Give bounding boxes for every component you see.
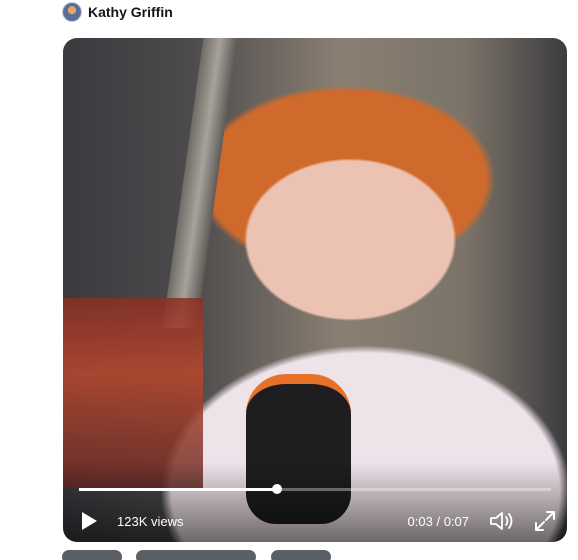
next-content-cutoff (62, 550, 362, 560)
time-current: 0:03 (407, 513, 433, 529)
volume-button[interactable] (489, 510, 515, 532)
fullscreen-button[interactable] (533, 509, 557, 533)
avatar[interactable] (62, 2, 82, 22)
author-name[interactable]: Kathy Griffin (88, 4, 173, 20)
progress-fill (79, 488, 278, 491)
volume-icon (490, 512, 513, 530)
play-button[interactable] (79, 510, 99, 532)
fullscreen-icon (535, 511, 555, 531)
video-frame-background (162, 38, 238, 328)
view-count: 123K views (117, 513, 184, 529)
time-total: 0:07 (443, 513, 469, 529)
play-icon (82, 512, 97, 530)
time-separator: / (436, 513, 441, 529)
video-player[interactable]: 123K views 0:03 / 0:07 (63, 38, 567, 542)
video-controls: 123K views 0:03 / 0:07 (63, 508, 567, 534)
video-frame-shelf (63, 298, 203, 488)
tweet-header: Kathy Griffin (62, 1, 173, 23)
time-display: 0:03 / 0:07 (408, 514, 470, 529)
progress-bar[interactable] (79, 484, 551, 494)
